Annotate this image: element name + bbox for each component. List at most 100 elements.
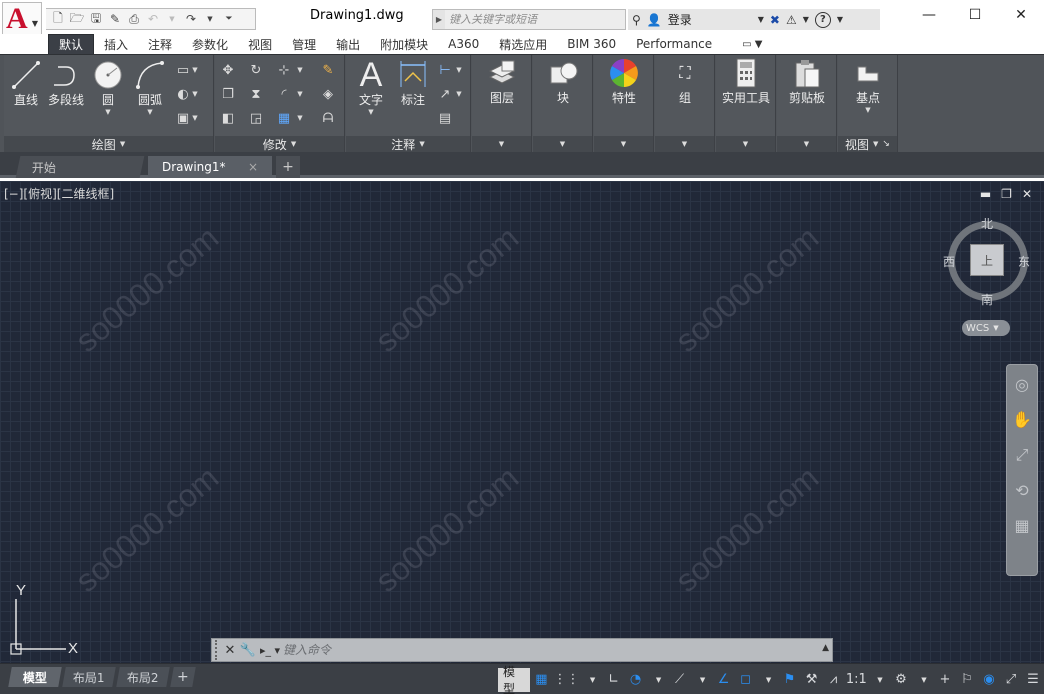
text-tool-button[interactable]: A 文字 ▼ — [352, 56, 390, 117]
help-dropdown-icon[interactable]: ▼ — [837, 15, 843, 24]
object-snap-icon[interactable]: ◻ — [735, 668, 757, 692]
chevron-up-icon[interactable]: ▲ — [822, 643, 829, 653]
minimize-button[interactable]: — — [906, 0, 952, 30]
orbit-icon[interactable]: ⟲ — [1015, 481, 1028, 500]
array-dropdown-icon[interactable]: ▼ — [295, 109, 305, 127]
tab-parametric[interactable]: 参数化 — [182, 34, 238, 54]
dimension-tool-button[interactable]: 标注 — [394, 59, 432, 108]
tab-manage[interactable]: 管理 — [282, 34, 326, 54]
snap-dropdown-icon[interactable]: ▼ — [581, 668, 603, 692]
tab-addins[interactable]: 附加模块 — [370, 34, 438, 54]
units-icon[interactable]: ⚐ — [956, 668, 978, 692]
table-icon[interactable]: ▤ — [436, 109, 454, 127]
viewport-minimize-button[interactable]: ▬ — [980, 187, 991, 201]
open-icon[interactable]: 🗁 — [69, 11, 85, 27]
tab-a360[interactable]: A360 — [438, 34, 489, 54]
add-layout-button[interactable]: + — [170, 667, 196, 687]
close-icon[interactable]: × — [248, 160, 258, 174]
ortho-icon[interactable]: ∟ — [603, 668, 625, 692]
save-as-icon[interactable]: ✎ — [107, 11, 123, 27]
polar-dropdown-icon[interactable]: ▼ — [647, 668, 669, 692]
tab-insert[interactable]: 插入 — [94, 34, 138, 54]
grid-icon[interactable]: ▦ — [530, 668, 552, 692]
linear-dimension-icon[interactable]: ⊢ — [436, 61, 454, 79]
steering-wheel-icon[interactable]: ◎ — [1015, 375, 1029, 394]
annotation-scale-value[interactable]: 1:1 — [845, 668, 868, 692]
customization-menu-icon[interactable]: ☰ — [1022, 668, 1044, 692]
trim-icon[interactable]: ⊹ — [275, 61, 293, 79]
block-panel-title[interactable]: ▼ — [533, 136, 592, 152]
offset-icon[interactable]: ᗩ — [319, 109, 337, 127]
scale-dropdown-icon[interactable]: ▼ — [868, 668, 890, 692]
login-dropdown-icon[interactable]: ▼ — [758, 15, 764, 24]
zoom-extents-icon[interactable]: ⤢ — [1016, 445, 1029, 465]
mirror-icon[interactable]: ⧗ — [247, 85, 265, 103]
search-expand-icon[interactable]: ▶ — [433, 15, 445, 24]
stretch-icon[interactable]: ◧ — [219, 109, 237, 127]
close-icon[interactable]: ✕ — [221, 643, 239, 658]
scale-icon[interactable]: ◲ — [247, 109, 265, 127]
tab-home[interactable]: 默认 — [48, 34, 95, 54]
line-tool-button[interactable]: 直线 — [8, 59, 44, 108]
annotation-scale-icon[interactable]: ⩘ — [823, 668, 845, 692]
layers-panel-title[interactable]: ▼ — [472, 136, 531, 152]
new-icon[interactable]: 🗋 — [50, 11, 66, 27]
search-input[interactable] — [445, 10, 625, 29]
isodraft-dropdown-icon[interactable]: ▼ — [691, 668, 713, 692]
object-snap-tracking-icon[interactable]: ∠ — [713, 668, 735, 692]
fillet-icon[interactable]: ◜ — [275, 85, 293, 103]
annotation-monitor-icon[interactable]: + — [934, 668, 956, 692]
tab-layout1[interactable]: 布局1 — [62, 667, 116, 687]
properties-panel-title[interactable]: ▼ — [594, 136, 653, 152]
clipboard-button[interactable]: 剪贴板 — [783, 57, 831, 106]
utilities-button[interactable]: 实用工具 — [720, 57, 772, 106]
move-icon[interactable]: ✥ — [219, 61, 237, 79]
utilities-panel-title[interactable]: ▼ — [716, 136, 775, 152]
compass-west[interactable]: 西 — [943, 253, 955, 270]
close-button[interactable]: ✕ — [998, 0, 1044, 30]
command-input[interactable] — [283, 640, 783, 660]
wcs-menu[interactable]: WCS ▼ — [962, 320, 1010, 336]
redo-dropdown-icon[interactable]: ▼ — [202, 11, 218, 27]
workspace-gear-icon[interactable]: ⚙ — [890, 668, 912, 692]
array-icon[interactable]: ▦ — [275, 109, 293, 127]
rotate-icon[interactable]: ↻ — [247, 61, 265, 79]
tab-output[interactable]: 输出 — [326, 34, 370, 54]
search-box[interactable]: ▶ — [432, 9, 626, 30]
base-view-button[interactable]: 基点 ▼ — [850, 57, 886, 114]
drawing-canvas[interactable]: so0000.com so0000.com so0000.com so0000.… — [0, 181, 1044, 663]
viewport-restore-button[interactable]: ❐ — [1001, 187, 1012, 201]
viewcube-top-face[interactable]: 上 — [970, 244, 1004, 276]
ribbon-minimize-icon[interactable]: ▭ ▼ — [732, 34, 772, 54]
tab-featured-apps[interactable]: 精选应用 — [489, 34, 557, 54]
copy-icon[interactable]: ❐ — [219, 85, 237, 103]
model-space-toggle[interactable]: 模型 — [498, 665, 531, 694]
save-icon[interactable]: 🖫 — [88, 11, 104, 27]
polar-tracking-icon[interactable]: ◔ — [625, 668, 647, 692]
circle-tool-button[interactable]: 圆 ▼ — [88, 59, 128, 116]
tab-performance[interactable]: Performance — [626, 34, 722, 54]
login-link[interactable]: 登录 — [668, 11, 692, 28]
auto-scale-icon[interactable]: ⚒ — [801, 668, 823, 692]
linear-dimension-dropdown-icon[interactable]: ▼ — [454, 61, 464, 79]
showmotion-icon[interactable]: ▦ — [1014, 516, 1029, 535]
layers-button[interactable]: 图层 — [484, 57, 520, 106]
view-panel-title[interactable]: 视图 ▼ ↘ — [838, 136, 897, 152]
block-button[interactable]: 块 — [545, 57, 581, 106]
viewport-close-button[interactable]: ✕ — [1022, 187, 1032, 201]
tab-view[interactable]: 视图 — [238, 34, 282, 54]
base-view-dropdown-icon[interactable]: ▼ — [865, 106, 870, 114]
isolate-objects-icon[interactable]: ◉ — [978, 668, 1000, 692]
viewport-controls-label[interactable]: [−][俯视][二维线框] — [4, 185, 114, 202]
arc-dropdown-icon[interactable]: ▼ — [147, 108, 152, 116]
tab-layout2[interactable]: 布局2 — [116, 667, 170, 687]
tab-drawing1[interactable]: Drawing1* × — [148, 156, 272, 178]
command-history-icon[interactable]: ▸_ ▾ — [257, 642, 283, 658]
exchange-icon[interactable]: ✖ — [770, 13, 780, 27]
leader-icon[interactable]: ↗ — [436, 85, 454, 103]
erase-icon[interactable]: ✎ — [319, 61, 337, 79]
trim-dropdown-icon[interactable]: ▼ — [295, 61, 305, 79]
hatch-dropdown-icon[interactable]: ▼ — [190, 85, 200, 103]
undo-dropdown-icon[interactable]: ▼ — [164, 11, 180, 27]
clipboard-panel-title[interactable]: ▼ — [777, 136, 836, 152]
